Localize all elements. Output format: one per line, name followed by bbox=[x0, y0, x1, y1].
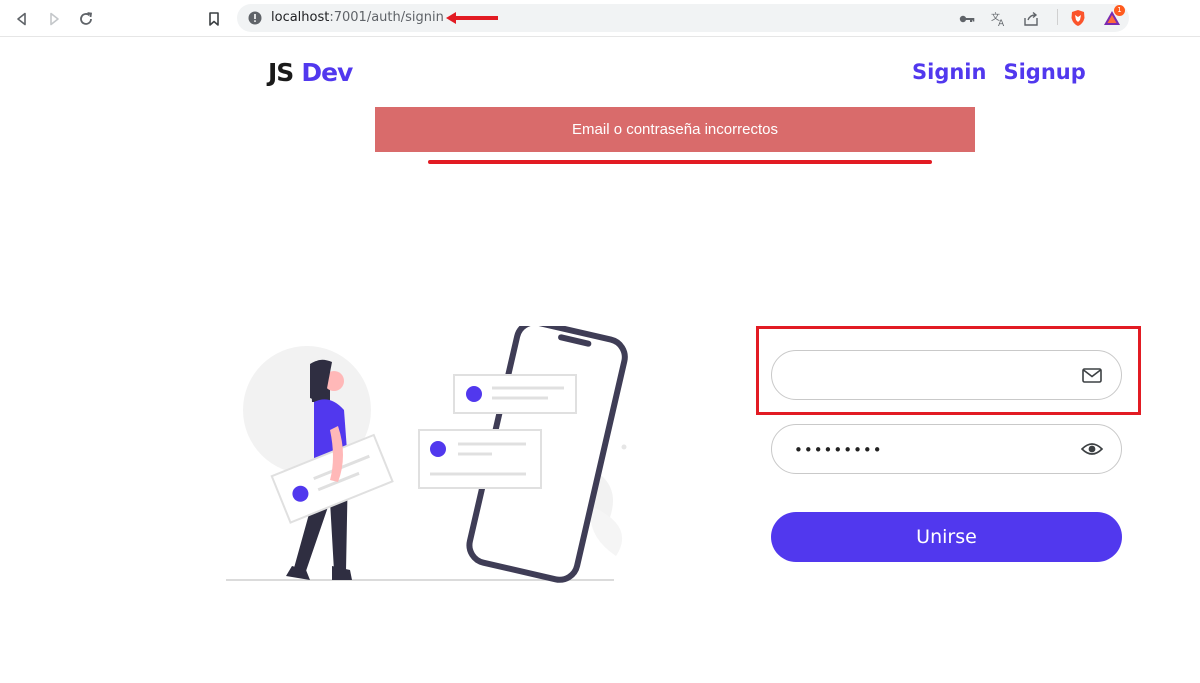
signin-illustration bbox=[226, 326, 628, 583]
share-icon[interactable] bbox=[1023, 11, 1039, 27]
annotation-arrow bbox=[446, 12, 498, 24]
signup-link[interactable]: Signup bbox=[1003, 60, 1085, 84]
logo-dev: Dev bbox=[301, 58, 353, 87]
url-path: :7001/auth/signin bbox=[329, 10, 444, 25]
logo-js: JS bbox=[268, 58, 294, 87]
forward-icon[interactable] bbox=[43, 8, 65, 30]
brave-shield-icon[interactable] bbox=[1069, 9, 1087, 27]
logo[interactable]: JS Dev bbox=[268, 58, 353, 87]
error-alert: Email o contraseña incorrectos bbox=[375, 107, 975, 152]
signin-link[interactable]: Signin bbox=[912, 60, 986, 84]
reload-icon[interactable] bbox=[75, 8, 97, 30]
submit-button[interactable]: Unirse bbox=[771, 512, 1122, 562]
password-masked-value[interactable]: ••••••••• bbox=[794, 441, 883, 459]
brave-rewards-icon[interactable]: 1 bbox=[1103, 5, 1125, 27]
main-nav: Signin Signup bbox=[912, 60, 1086, 84]
browser-toolbar: localhost:7001/auth/signin 文A 1 bbox=[0, 0, 1200, 37]
url-host: localhost bbox=[271, 10, 330, 25]
back-icon[interactable] bbox=[11, 8, 33, 30]
key-icon[interactable] bbox=[959, 11, 975, 27]
address-bar[interactable]: localhost:7001/auth/signin 文A bbox=[237, 4, 1129, 32]
svg-text:A: A bbox=[998, 19, 1005, 27]
notification-badge: 1 bbox=[1114, 5, 1125, 16]
eye-icon[interactable] bbox=[1081, 439, 1103, 459]
bookmark-icon[interactable] bbox=[203, 8, 225, 30]
url-text: localhost:7001/auth/signin bbox=[271, 10, 444, 25]
password-field[interactable]: ••••••••• bbox=[771, 424, 1122, 474]
annotation-box bbox=[756, 326, 1141, 415]
annotation-underline bbox=[428, 160, 932, 164]
error-message: Email o contraseña incorrectos bbox=[572, 121, 778, 138]
translate-icon[interactable]: 文A bbox=[991, 11, 1007, 27]
toolbar-separator bbox=[1057, 9, 1058, 25]
info-icon[interactable] bbox=[248, 11, 262, 25]
